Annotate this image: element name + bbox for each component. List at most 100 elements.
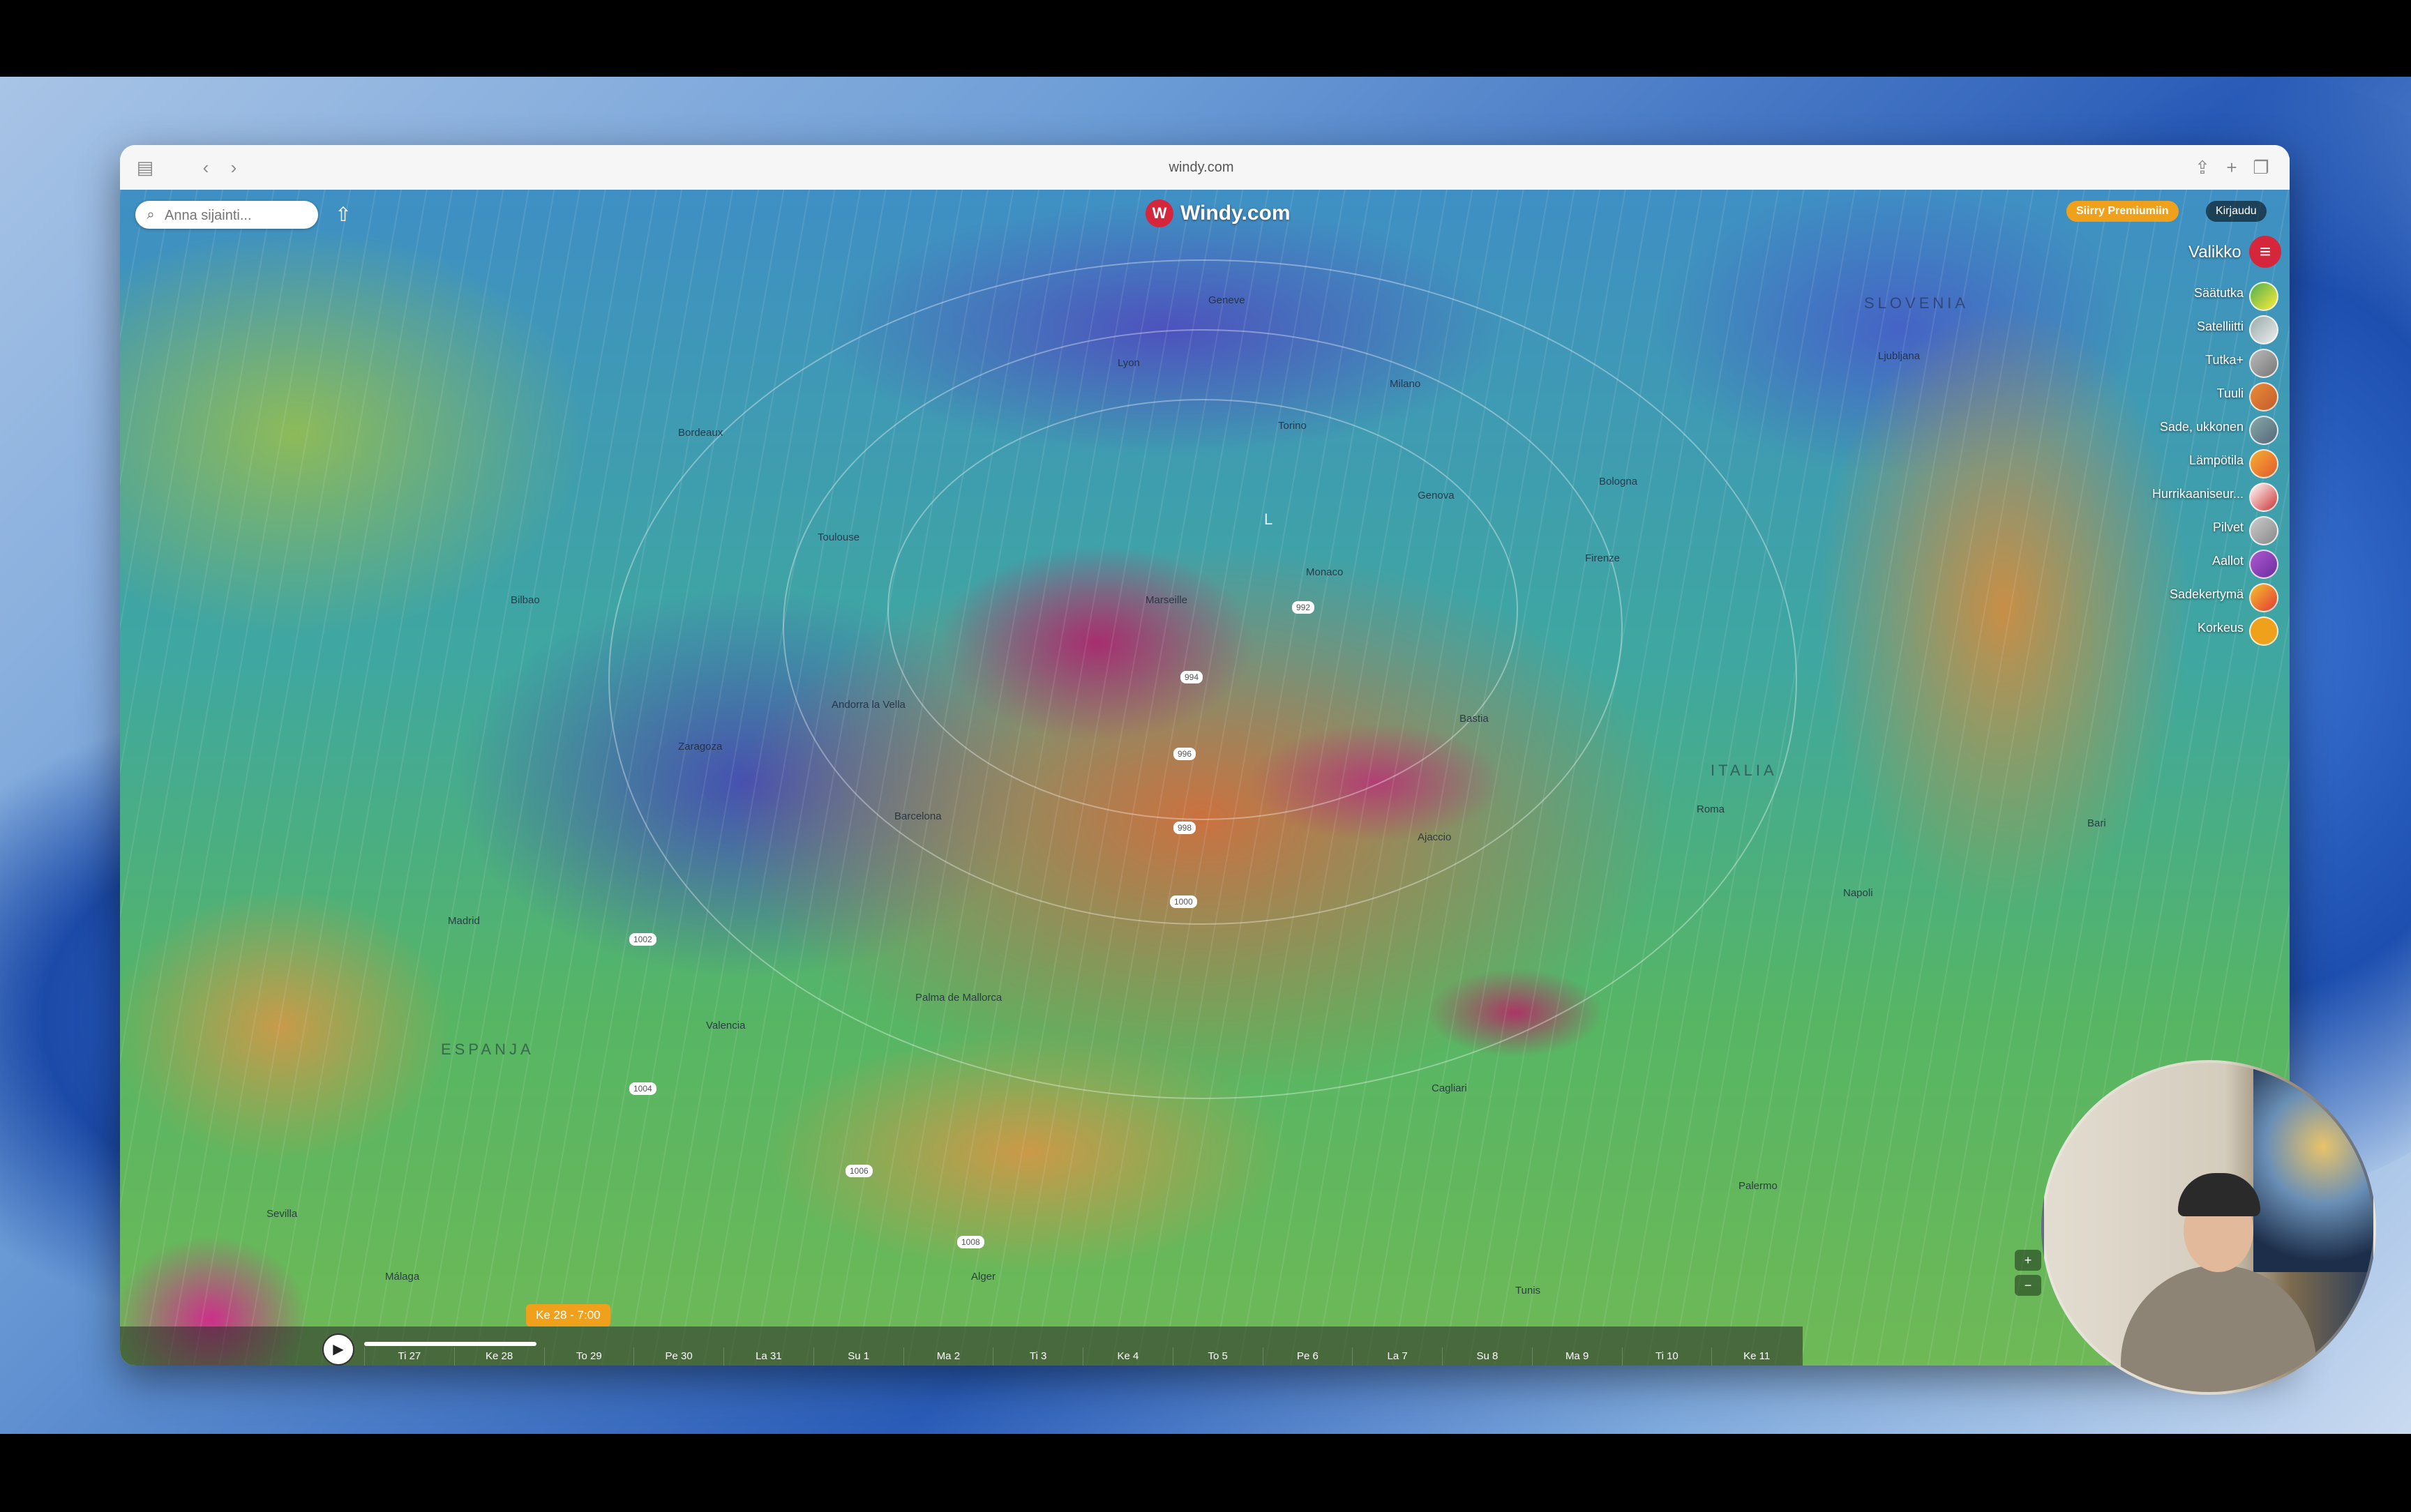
search-icon: ⌕ [147, 207, 155, 222]
temperature-icon [2249, 449, 2278, 478]
zoom-in-button[interactable]: + [2015, 1250, 2041, 1271]
login-button[interactable]: Kirjaudu [2206, 201, 2267, 222]
city-label: Ajaccio [1418, 831, 1452, 843]
city-label: Bastia [1459, 713, 1489, 725]
timeline-day[interactable]: Ke 28 [453, 1347, 544, 1366]
city-label: Genova [1418, 490, 1455, 501]
isobar [608, 259, 1797, 1099]
browser-window: ▤ ‹ › windy.com ⇪ + ❐ ESPANJA ITALIA SLO… [120, 145, 2290, 1366]
weather-map[interactable]: ESPANJA ITALIA SLOVENIA Geneve Lyon Tori… [120, 190, 2290, 1366]
layer-label: Lämpötila [2188, 453, 2244, 467]
city-label: Bologna [1599, 476, 1638, 487]
share-icon[interactable]: ⇪ [2192, 155, 2213, 180]
timeline-day[interactable]: Ke 4 [1083, 1347, 1173, 1366]
layer-label: Satelliitti [2196, 319, 2244, 333]
premium-button[interactable]: Siirry Premiumiin [2066, 201, 2179, 222]
address-bar[interactable]: windy.com [1097, 156, 1306, 179]
timeline-day[interactable]: Su 8 [1442, 1347, 1532, 1366]
layer-label: Säätutka [2193, 286, 2244, 300]
satellite-icon [2249, 315, 2278, 345]
city-label: Monaco [1306, 566, 1344, 578]
webcam-overlay [2041, 1060, 2376, 1395]
city-label: Napoli [1843, 887, 1873, 899]
windy-logo-icon: W [1146, 199, 1173, 227]
layer-item-temperature[interactable]: Lämpötila [2059, 446, 2283, 480]
presenter-body [2121, 1265, 2316, 1392]
layer-item-rain[interactable]: Sade, ukkonen [2059, 413, 2283, 446]
timeline-day[interactable]: Ma 9 [1531, 1347, 1622, 1366]
timeline-day[interactable]: Pe 30 [633, 1347, 723, 1366]
isobar-label: 1002 [629, 933, 656, 946]
windy-logo[interactable]: W Windy.com [1146, 197, 1291, 230]
search-input[interactable] [163, 205, 313, 226]
isobar-label: 1004 [629, 1082, 656, 1095]
timeline-day[interactable]: To 5 [1172, 1347, 1263, 1366]
city-label: Toulouse [818, 531, 860, 543]
timeline-progress[interactable] [364, 1342, 537, 1346]
layer-label: Pilvet [2212, 520, 2244, 534]
hurricane-icon [2249, 483, 2278, 512]
sidebar-toggle-icon[interactable]: ▤ [133, 155, 158, 180]
layer-menu: Säätutka Satelliitti Tutka+ Tuuli Sade, … [2059, 279, 2283, 647]
timeline-day[interactable]: To 29 [543, 1347, 634, 1366]
play-icon[interactable]: ▶ [322, 1333, 354, 1366]
upload-icon[interactable]: ⇧ [329, 201, 357, 229]
timeline-day[interactable]: Ke 11 [1711, 1347, 1801, 1366]
new-tab-icon[interactable]: + [2221, 155, 2242, 180]
isobar-label: 1000 [1170, 895, 1197, 908]
city-label: Palermo [1738, 1180, 1778, 1192]
layer-item-clouds[interactable]: Pilvet [2059, 513, 2283, 547]
menu-label[interactable]: Valikko [2188, 243, 2241, 262]
layer-item-altitude[interactable]: Korkeus [2059, 614, 2283, 647]
city-label: Zaragoza [678, 741, 723, 753]
zoom-out-button[interactable]: − [2015, 1275, 2041, 1296]
back-icon[interactable]: ‹ [195, 155, 216, 180]
layer-label: Korkeus [2197, 621, 2244, 635]
isobar-label: 1008 [957, 1236, 984, 1248]
layer-label: Sadekertymä [2169, 587, 2244, 601]
timeline-days: Ti 27 Ke 28 To 29 Pe 30 La 31 Su 1 Ma 2 … [364, 1347, 1801, 1366]
city-label: Sevilla [266, 1208, 298, 1220]
country-label: SLOVENIA [1864, 294, 1969, 312]
browser-toolbar: ▤ ‹ › windy.com ⇪ + ❐ [120, 145, 2290, 190]
city-label: Tunis [1515, 1285, 1541, 1296]
isobar-label: 998 [1173, 822, 1196, 834]
wind-icon [2249, 382, 2278, 411]
isobar-label: 992 [1292, 601, 1315, 614]
city-label: Cagliari [1432, 1082, 1467, 1094]
city-label: Geneve [1208, 294, 1245, 306]
timeline-day[interactable]: Su 1 [813, 1347, 903, 1366]
timeline-day[interactable]: Pe 6 [1262, 1347, 1353, 1366]
location-search: ⌕ [135, 201, 318, 229]
layer-label: Aallot [2211, 554, 2244, 568]
low-pressure-marker: L [1264, 511, 1273, 528]
timeline-day[interactable]: Ma 2 [903, 1347, 993, 1366]
layer-item-hurricane[interactable]: Hurrikaaniseur... [2059, 480, 2283, 513]
current-time-bubble[interactable]: Ke 28 - 7:00 [526, 1304, 610, 1326]
layer-label: Tuuli [2216, 386, 2244, 400]
timeline-day[interactable]: Ti 10 [1621, 1347, 1712, 1366]
timeline-day[interactable]: La 7 [1352, 1347, 1442, 1366]
layer-item-wind[interactable]: Tuuli [2059, 379, 2283, 413]
city-label: Barcelona [894, 810, 942, 822]
layer-item-radar[interactable]: Säätutka [2059, 279, 2283, 312]
timeline-day[interactable]: Ti 27 [364, 1347, 454, 1366]
layer-item-rain-accumulation[interactable]: Sadekertymä [2059, 580, 2283, 614]
tabs-overview-icon[interactable]: ❐ [2251, 155, 2271, 180]
timeline-day[interactable]: La 31 [723, 1347, 813, 1366]
altitude-icon [2249, 617, 2278, 646]
city-label: Andorra la Vella [832, 699, 906, 711]
isobar-label: 1006 [846, 1165, 873, 1177]
timeline-day[interactable]: Ti 3 [993, 1347, 1083, 1366]
radar-plus-icon [2249, 349, 2278, 378]
layer-item-radar-plus[interactable]: Tutka+ [2059, 346, 2283, 379]
layer-item-satellite[interactable]: Satelliitti [2059, 312, 2283, 346]
city-label: Bari [2087, 817, 2106, 829]
city-label: Alger [971, 1271, 996, 1283]
city-label: Firenze [1585, 552, 1621, 564]
forward-icon[interactable]: › [223, 155, 244, 180]
layer-item-waves[interactable]: Aallot [2059, 547, 2283, 580]
radar-icon [2249, 282, 2278, 311]
hamburger-menu-icon[interactable]: ≡ [2249, 236, 2281, 268]
city-label: Marseille [1146, 594, 1188, 606]
